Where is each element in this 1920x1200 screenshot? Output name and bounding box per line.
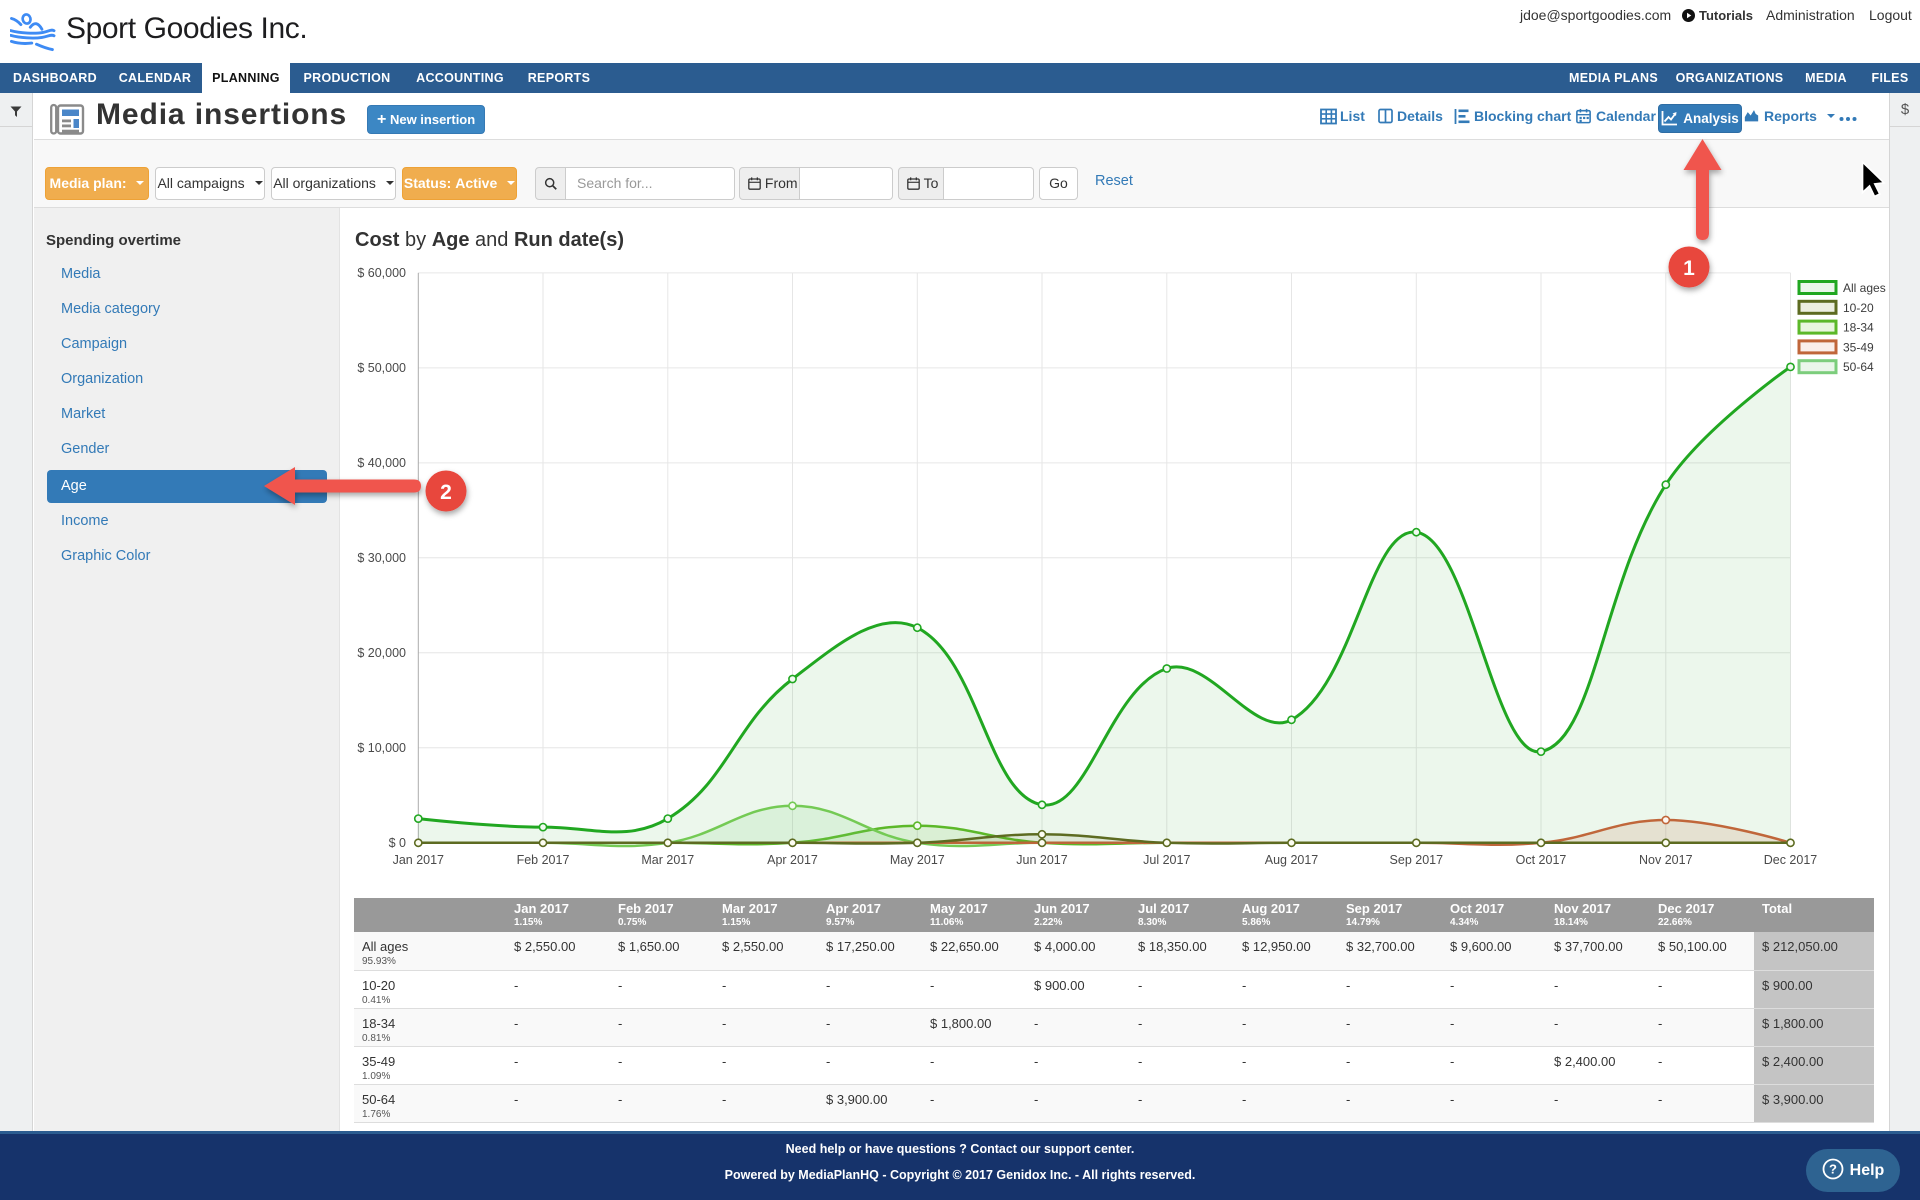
svg-text:Sep 2017: Sep 2017 (1390, 853, 1444, 867)
svg-text:All ages: All ages (1843, 281, 1886, 295)
svg-text:May 2017: May 2017 (890, 853, 945, 867)
svg-text:$ 40,000: $ 40,000 (357, 456, 406, 470)
svg-text:1: 1 (1683, 257, 1695, 280)
svg-text:Jul 2017: Jul 2017 (1143, 853, 1190, 867)
svg-text:10-20: 10-20 (1843, 301, 1874, 315)
svg-text:Apr 2017: Apr 2017 (767, 853, 818, 867)
svg-text:35-49: 35-49 (1843, 340, 1874, 354)
svg-text:18-34: 18-34 (1843, 321, 1874, 335)
svg-text:Dec 2017: Dec 2017 (1764, 853, 1818, 867)
svg-text:$ 10,000: $ 10,000 (357, 741, 406, 755)
svg-text:Mar 2017: Mar 2017 (641, 853, 694, 867)
svg-text:Feb 2017: Feb 2017 (517, 853, 570, 867)
svg-text:Jan 2017: Jan 2017 (393, 853, 444, 867)
svg-text:Aug 2017: Aug 2017 (1265, 853, 1319, 867)
svg-text:Nov 2017: Nov 2017 (1639, 853, 1693, 867)
svg-text:$ 30,000: $ 30,000 (357, 551, 406, 565)
svg-text:50-64: 50-64 (1843, 360, 1874, 374)
svg-text:2: 2 (440, 481, 452, 504)
svg-text:$ 0: $ 0 (389, 836, 406, 850)
svg-text:Jun 2017: Jun 2017 (1016, 853, 1067, 867)
svg-text:$ 60,000: $ 60,000 (357, 266, 406, 280)
svg-text:$ 50,000: $ 50,000 (357, 361, 406, 375)
svg-text:Oct 2017: Oct 2017 (1516, 853, 1567, 867)
svg-text:$ 20,000: $ 20,000 (357, 646, 406, 660)
